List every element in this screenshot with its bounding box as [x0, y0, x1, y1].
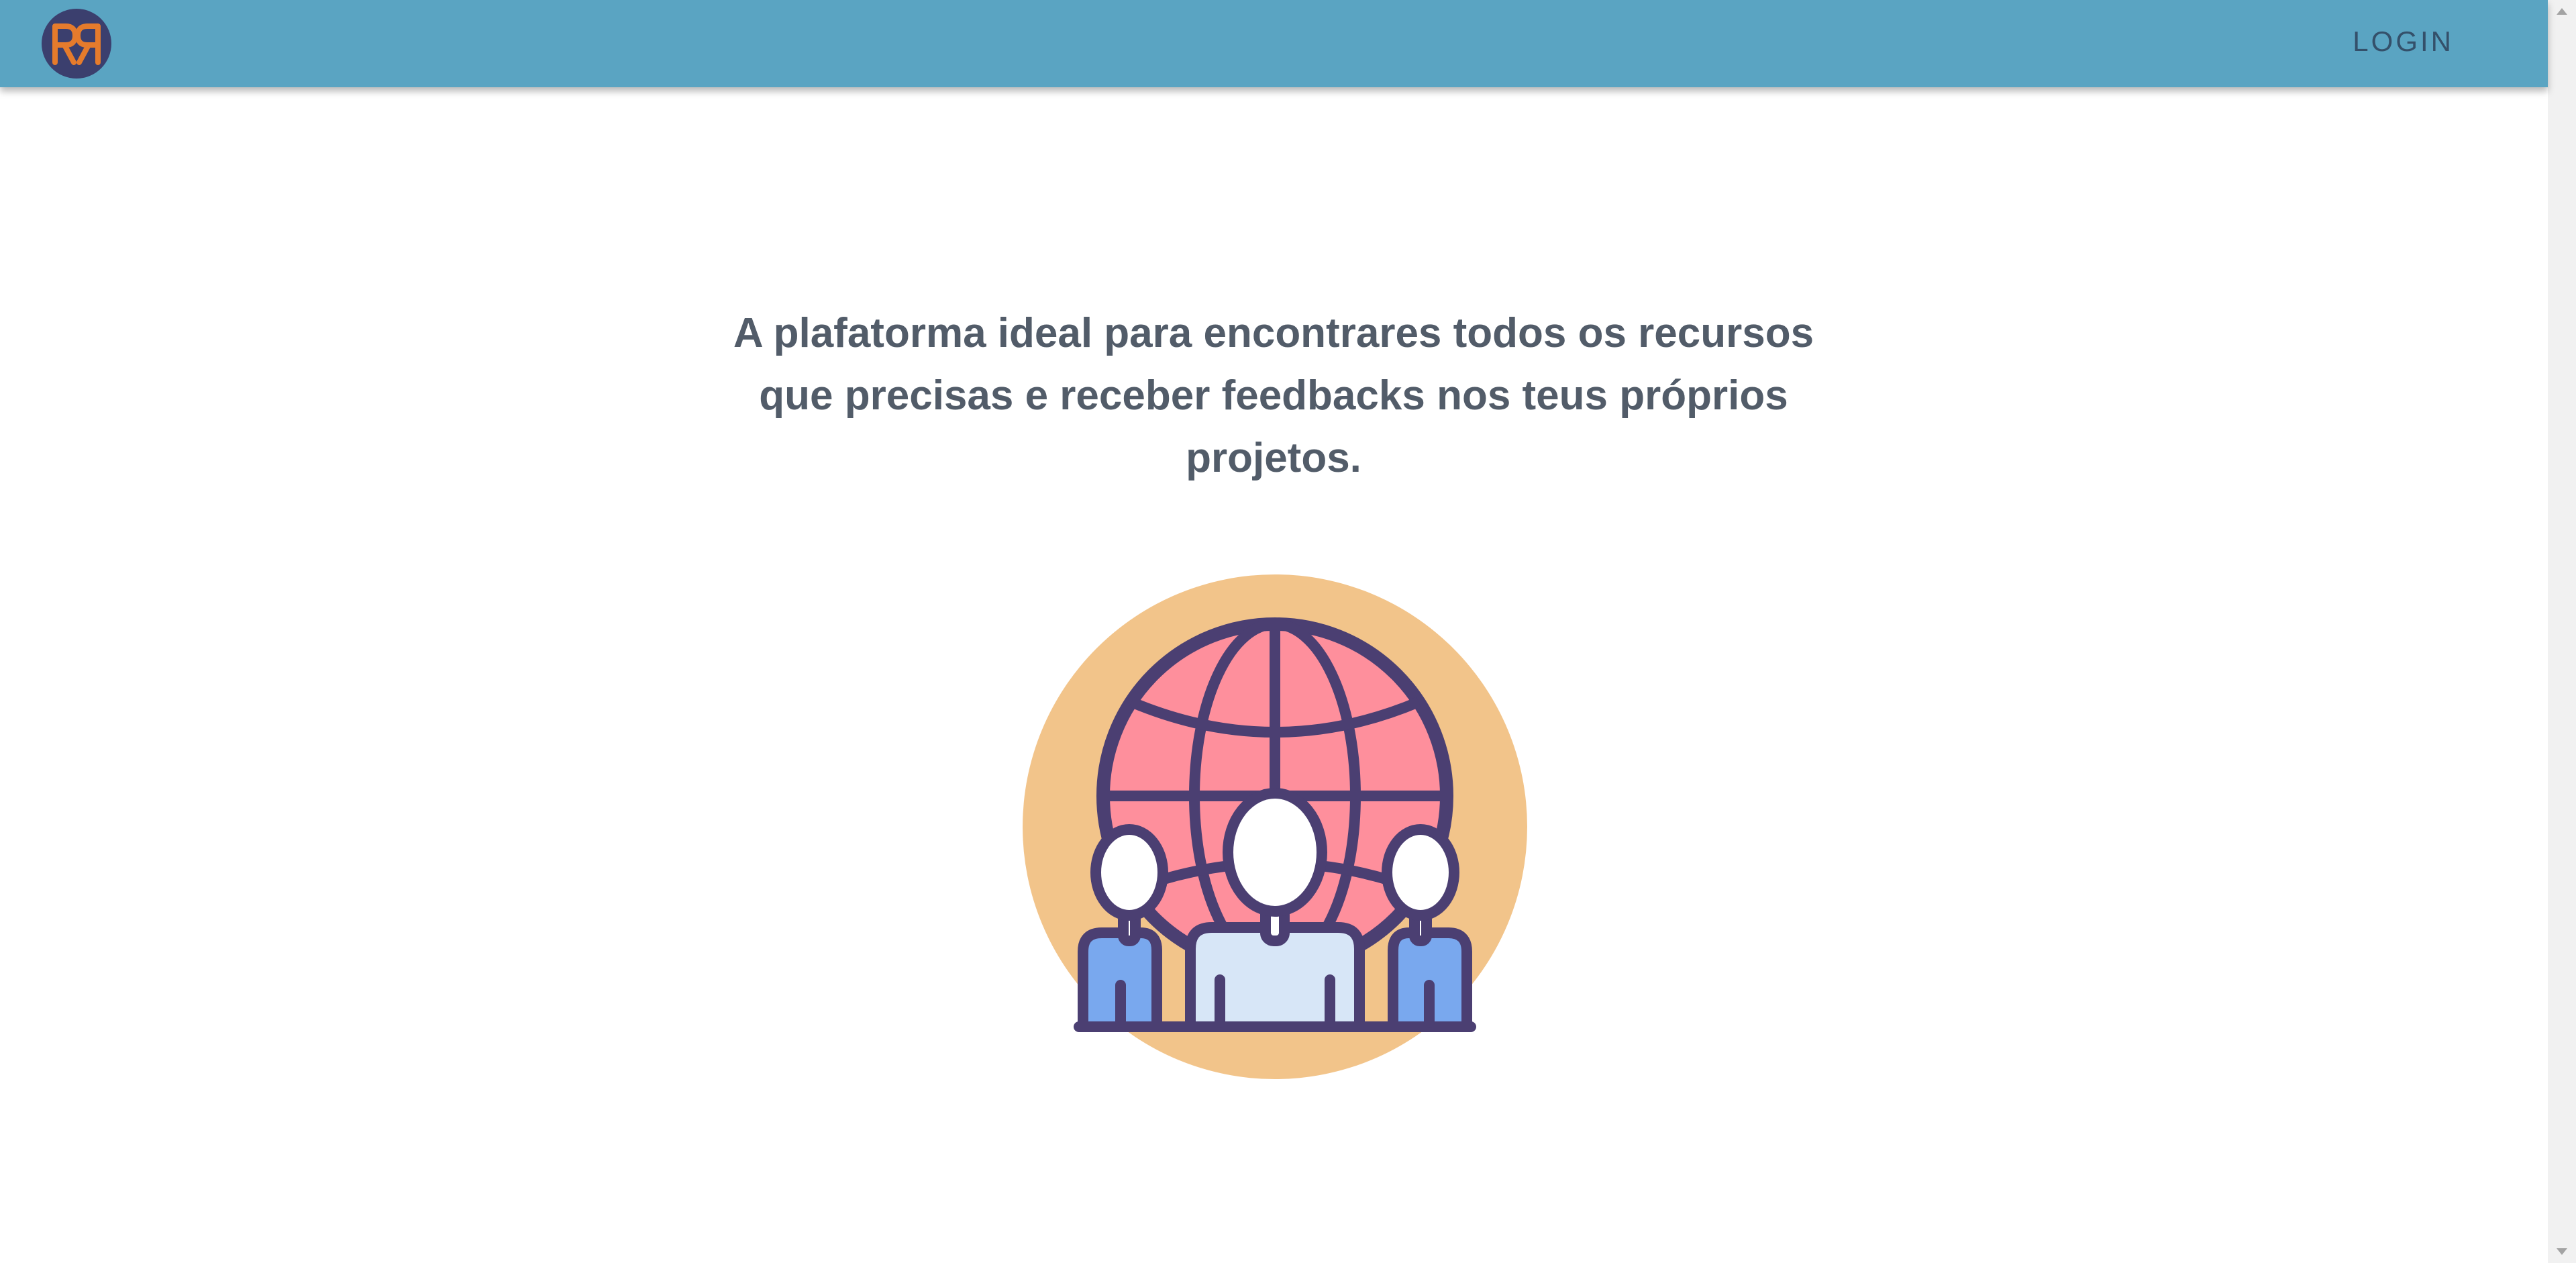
logo-icon[interactable] — [42, 9, 111, 79]
login-link[interactable]: LOGIN — [2353, 26, 2454, 58]
scroll-down-icon[interactable] — [2548, 1239, 2576, 1263]
hero-headline: A plafatorma ideal para encontrares todo… — [733, 310, 1814, 481]
page: LOGIN A plafatorma ideal para encontrare… — [0, 0, 2576, 1263]
globe-with-people-icon — [1023, 574, 1527, 1079]
top-navbar: LOGIN — [0, 0, 2548, 87]
vertical-scrollbar[interactable] — [2548, 0, 2576, 1263]
scroll-up-icon[interactable] — [2548, 0, 2576, 24]
